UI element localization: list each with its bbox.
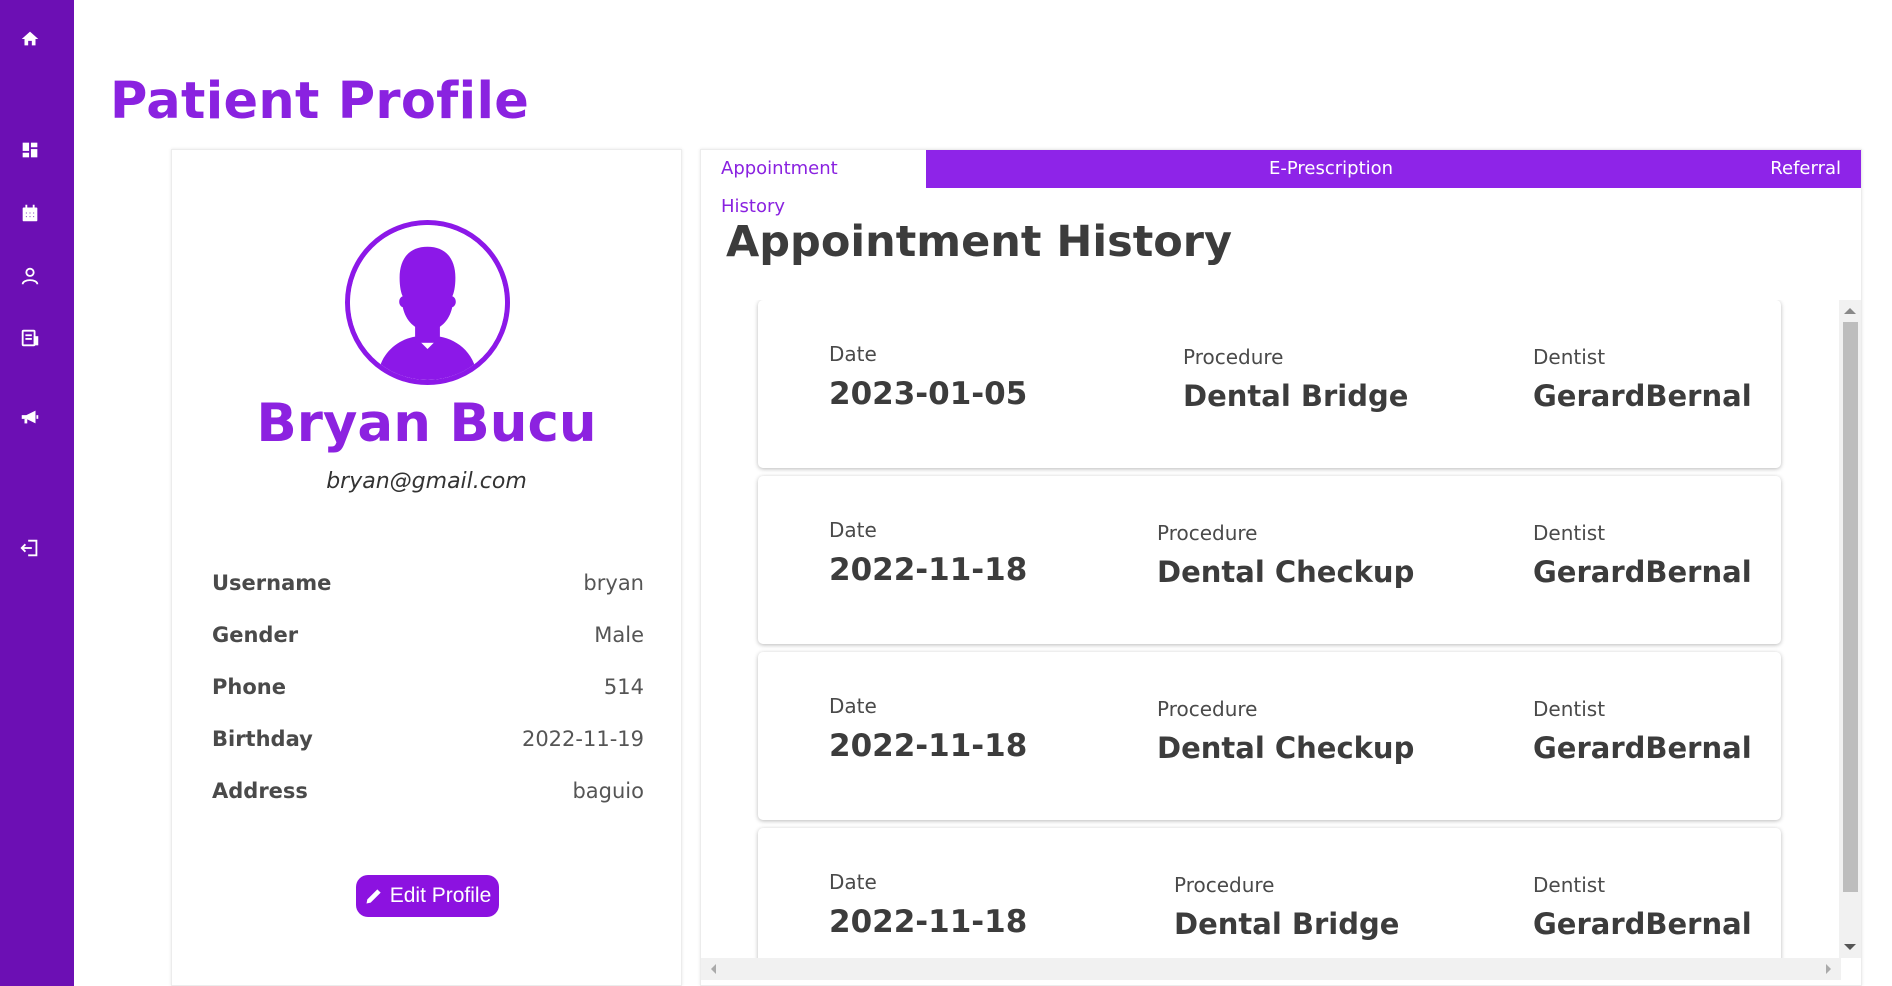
scroll-left-arrow-icon[interactable] <box>711 964 716 974</box>
dentist-label: Dentist <box>1533 345 1606 369</box>
appointment-card: Date 2022-11-18 Procedure Dental Checkup… <box>758 652 1781 820</box>
procedure-label: Procedure <box>1157 697 1258 721</box>
info-value: 514 <box>603 675 644 699</box>
dentist-field: Dentist GerardBernal <box>1533 873 1752 941</box>
dentist-label: Dentist <box>1533 873 1606 897</box>
tab-appointment-history[interactable]: Appointment History <box>701 150 926 217</box>
date-value: 2022-11-18 <box>829 904 1028 940</box>
date-value: 2023-01-05 <box>829 376 1028 412</box>
dentist-field: Dentist GerardBernal <box>1533 697 1752 765</box>
date-field: Date 2022-11-18 <box>829 518 1027 588</box>
info-row-address: Address baguio <box>212 776 644 806</box>
edit-profile-button[interactable]: Edit Profile <box>356 875 499 917</box>
procedure-label: Procedure <box>1183 345 1284 369</box>
procedure-value: Dental Checkup <box>1157 731 1415 765</box>
section-title: Appointment History <box>726 217 1233 267</box>
logout-icon[interactable] <box>17 535 43 561</box>
info-value: Male <box>594 623 644 647</box>
user-icon[interactable] <box>17 263 43 289</box>
date-label: Date <box>829 518 877 542</box>
procedure-value: Dental Bridge <box>1183 379 1409 413</box>
dentist-value: GerardBernal <box>1533 555 1752 589</box>
date-field: Date 2022-11-18 <box>829 870 1027 940</box>
date-value: 2022-11-18 <box>829 552 1028 588</box>
dashboard-icon[interactable] <box>17 137 43 163</box>
page-title: Patient Profile <box>110 72 530 131</box>
scrollbar-thumb[interactable] <box>1843 322 1858 892</box>
info-label: Birthday <box>212 727 313 751</box>
records-icon[interactable] <box>17 325 43 351</box>
scroll-right-arrow-icon[interactable] <box>1826 964 1831 974</box>
pencil-icon <box>366 889 381 904</box>
procedure-field: Procedure Dental Checkup <box>1157 697 1414 765</box>
procedure-value: Dental Bridge <box>1174 907 1400 941</box>
appointment-card: Date 2022-11-18 Procedure Dental Bridge … <box>758 828 1781 958</box>
dentist-value: GerardBernal <box>1533 731 1752 765</box>
date-field: Date 2023-01-05 <box>829 342 1027 412</box>
scroll-up-arrow-icon[interactable] <box>1844 308 1856 314</box>
tab-referral[interactable]: Referral <box>1750 150 1861 188</box>
info-row-birthday: Birthday 2022-11-19 <box>212 724 644 754</box>
procedure-label: Procedure <box>1174 873 1275 897</box>
dentist-value: GerardBernal <box>1533 907 1752 941</box>
info-value: bryan <box>583 571 644 595</box>
info-label: Phone <box>212 675 286 699</box>
procedure-field: Procedure Dental Checkup <box>1157 521 1414 589</box>
profile-card: Bryan Bucu bryan@gmail.com Username brya… <box>171 149 682 986</box>
dentist-value: GerardBernal <box>1533 379 1752 413</box>
edit-profile-label: Edit Profile <box>389 884 492 907</box>
calendar-icon[interactable] <box>17 200 43 226</box>
home-icon[interactable] <box>17 26 43 52</box>
appointment-card: Date 2023-01-05 Procedure Dental Bridge … <box>758 300 1781 468</box>
dentist-label: Dentist <box>1533 521 1606 545</box>
vertical-scrollbar[interactable] <box>1839 300 1861 958</box>
appointment-card: Date 2022-11-18 Procedure Dental Checkup… <box>758 476 1781 644</box>
procedure-label: Procedure <box>1157 521 1258 545</box>
info-label: Address <box>212 779 308 803</box>
info-value: baguio <box>572 779 644 803</box>
info-label: Username <box>212 571 332 595</box>
date-field: Date 2022-11-18 <box>829 694 1027 764</box>
info-row-gender: Gender Male <box>212 620 644 650</box>
date-label: Date <box>829 694 877 718</box>
procedure-value: Dental Checkup <box>1157 555 1415 589</box>
info-label: Gender <box>212 623 299 647</box>
info-row-phone: Phone 514 <box>212 672 644 702</box>
tab-bar: Appointment History E-Prescription Refer… <box>701 150 1861 217</box>
procedure-field: Procedure Dental Bridge <box>1174 873 1399 941</box>
user-silhouette-icon <box>350 225 505 380</box>
procedure-field: Procedure Dental Bridge <box>1183 345 1408 413</box>
info-row-username: Username bryan <box>212 568 644 598</box>
sidebar <box>0 0 74 986</box>
date-label: Date <box>829 870 877 894</box>
horizontal-scrollbar[interactable] <box>701 958 1841 980</box>
avatar <box>345 220 510 385</box>
appointment-panel: Appointment History E-Prescription Refer… <box>700 149 1862 986</box>
tab-e-prescription[interactable]: E-Prescription <box>1249 150 1413 188</box>
info-value: 2022-11-19 <box>521 727 644 751</box>
dentist-field: Dentist GerardBernal <box>1533 345 1752 413</box>
profile-email: bryan@gmail.com <box>326 469 527 494</box>
scroll-down-arrow-icon[interactable] <box>1844 944 1856 950</box>
appointment-list: Date 2023-01-05 Procedure Dental Bridge … <box>701 300 1863 958</box>
profile-name: Bryan Bucu <box>256 393 597 454</box>
date-value: 2022-11-18 <box>829 728 1028 764</box>
date-label: Date <box>829 342 877 366</box>
megaphone-icon[interactable] <box>17 404 43 430</box>
dentist-label: Dentist <box>1533 697 1606 721</box>
dentist-field: Dentist GerardBernal <box>1533 521 1752 589</box>
